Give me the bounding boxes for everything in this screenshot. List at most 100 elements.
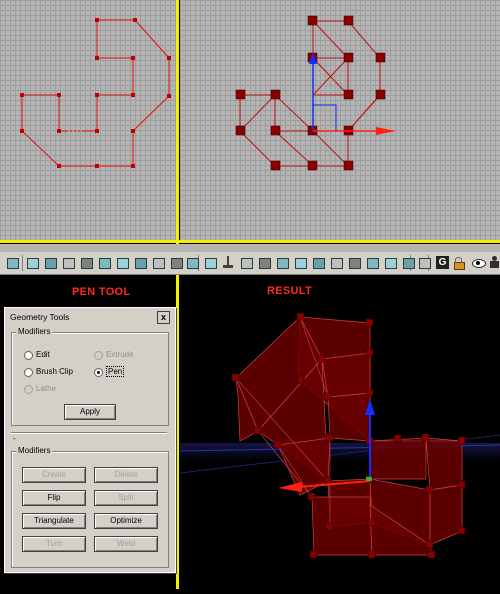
section-collapse[interactable]: -: [13, 434, 16, 443]
vertex[interactable]: [95, 164, 99, 168]
vertex[interactable]: [427, 550, 436, 559]
gizmo-x-arrow-icon[interactable]: [278, 482, 302, 492]
cube-icon[interactable]: [402, 256, 415, 269]
lock-icon[interactable]: [452, 256, 465, 270]
cube-icon[interactable]: [312, 256, 325, 269]
vertex[interactable]: [231, 373, 240, 382]
perspective-viewport[interactable]: RESULT: [179, 275, 500, 589]
cube-icon[interactable]: [6, 256, 19, 269]
vertex[interactable]: [167, 56, 171, 60]
cube-icon[interactable]: [62, 256, 75, 269]
vertex[interactable]: [323, 476, 332, 485]
vertex[interactable]: [307, 15, 318, 26]
cube-icon[interactable]: [116, 256, 129, 269]
cube-icon[interactable]: [348, 256, 361, 269]
vertex[interactable]: [343, 52, 354, 63]
cube-icon[interactable]: [366, 256, 379, 269]
cube-icon[interactable]: [240, 256, 253, 269]
vertex[interactable]: [57, 164, 61, 168]
vertex[interactable]: [425, 485, 434, 494]
gizmo-center[interactable]: [366, 477, 372, 481]
gizmo-x-arrow-icon[interactable]: [376, 127, 396, 135]
cube-icon[interactable]: [204, 256, 217, 269]
vertex[interactable]: [296, 375, 305, 384]
vertex[interactable]: [457, 436, 466, 445]
cube-icon[interactable]: [134, 256, 147, 269]
top-viewport-left[interactable]: [0, 0, 176, 240]
vertex[interactable]: [20, 129, 24, 133]
vertex[interactable]: [95, 18, 99, 22]
close-icon[interactable]: x: [157, 311, 170, 324]
vertex[interactable]: [57, 93, 61, 97]
vertex[interactable]: [131, 129, 135, 133]
vertex[interactable]: [131, 56, 135, 60]
create-button[interactable]: Create: [22, 467, 86, 483]
weld-button[interactable]: Weld: [94, 536, 158, 552]
vertex[interactable]: [375, 89, 386, 100]
vertex[interactable]: [167, 94, 171, 98]
vertex[interactable]: [270, 160, 281, 171]
vertex[interactable]: [131, 164, 135, 168]
eye-icon[interactable]: [472, 256, 486, 269]
cube-icon[interactable]: [258, 256, 271, 269]
player-icon[interactable]: [488, 256, 500, 269]
cube-icon[interactable]: [294, 256, 307, 269]
vertex[interactable]: [133, 18, 137, 22]
vertex[interactable]: [421, 433, 430, 442]
vertex[interactable]: [457, 480, 466, 489]
top-viewport-right[interactable]: [180, 0, 500, 240]
apply-button[interactable]: Apply: [64, 404, 116, 420]
vertex[interactable]: [309, 550, 318, 559]
dialog-titlebar[interactable]: Geometry Tools x: [7, 310, 171, 324]
vertex[interactable]: [270, 89, 281, 100]
vertex[interactable]: [343, 89, 354, 100]
vertex[interactable]: [375, 52, 386, 63]
vertex[interactable]: [273, 440, 282, 449]
cube-icon[interactable]: [330, 256, 343, 269]
flip-button[interactable]: Flip: [22, 490, 86, 506]
vertex[interactable]: [323, 392, 332, 401]
vertex[interactable]: [270, 125, 281, 136]
vertex[interactable]: [365, 348, 374, 357]
vertex[interactable]: [57, 129, 61, 133]
cube-icon[interactable]: [186, 256, 199, 269]
vertex[interactable]: [95, 93, 99, 97]
brush-icon[interactable]: [222, 256, 235, 269]
cube-icon[interactable]: [418, 256, 431, 269]
triangulate-button[interactable]: Triangulate: [22, 513, 86, 529]
vertex[interactable]: [425, 540, 434, 549]
turn-button[interactable]: Turn: [22, 536, 86, 552]
vertex[interactable]: [235, 89, 246, 100]
vertex[interactable]: [95, 56, 99, 60]
vertex[interactable]: [253, 426, 262, 435]
vertex[interactable]: [307, 492, 316, 501]
cube-icon[interactable]: [384, 256, 397, 269]
cube-icon[interactable]: [98, 256, 111, 269]
vertex[interactable]: [367, 550, 376, 559]
vertex[interactable]: [457, 526, 466, 535]
vertex[interactable]: [367, 518, 376, 527]
split-button[interactable]: Split: [94, 490, 158, 506]
vertex[interactable]: [365, 318, 374, 327]
cube-icon[interactable]: [276, 256, 289, 269]
vertex[interactable]: [325, 522, 334, 531]
vertex[interactable]: [95, 129, 99, 133]
cube-icon[interactable]: [80, 256, 93, 269]
vertex[interactable]: [343, 15, 354, 26]
vertex[interactable]: [325, 433, 334, 442]
vertex[interactable]: [20, 93, 24, 97]
vertex[interactable]: [365, 388, 374, 397]
vertex[interactable]: [317, 354, 326, 363]
vertex[interactable]: [343, 160, 354, 171]
cube-icon[interactable]: [26, 256, 39, 269]
optimize-button[interactable]: Optimize: [94, 513, 158, 529]
cube-icon[interactable]: [170, 256, 183, 269]
g-icon[interactable]: G: [436, 256, 449, 269]
vertex[interactable]: [307, 160, 318, 171]
cube-icon[interactable]: [44, 256, 57, 269]
vertex[interactable]: [131, 93, 135, 97]
delete-button[interactable]: Delete: [94, 467, 158, 483]
vertex[interactable]: [296, 312, 305, 321]
vertex[interactable]: [235, 125, 246, 136]
vertex[interactable]: [393, 434, 402, 443]
